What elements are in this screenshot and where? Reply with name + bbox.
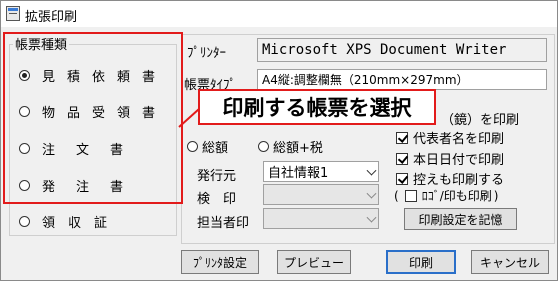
radio-ryoshu[interactable]: 領 収 証 [19, 212, 107, 231]
printer-settings-button[interactable]: ﾌﾟﾘﾝﾀ設定 [181, 250, 259, 274]
preview-button[interactable]: プレビュー [277, 250, 351, 274]
stamp-select[interactable] [263, 184, 379, 205]
cancel-button[interactable]: キャンセル [471, 250, 549, 274]
paren-close: ) [493, 188, 499, 203]
check-copy[interactable]: 控えも印刷する [396, 169, 504, 188]
chevron-down-icon [366, 188, 377, 199]
chevron-down-icon [366, 165, 377, 176]
print-dialog: 拡張印刷 帳票種類 見積依頼書 物品受領書 注 文 書 発 注 書 領 収 証 … [0, 0, 558, 281]
radio-label: 総額+税 [273, 141, 323, 156]
radio-label: 総額 [202, 141, 229, 156]
annotation-callout: 印刷する帳票を選択 [198, 89, 436, 125]
check-representative[interactable]: 代表者名を印刷 [396, 128, 504, 147]
annotation-highlight-box [3, 32, 183, 204]
form-type-select[interactable]: A4縦:調整欄無（210mm×297mm） [257, 69, 547, 90]
check-label: 控えも印刷する [413, 173, 505, 188]
save-settings-button[interactable]: 印刷設定を記憶 [404, 208, 517, 230]
checkbox-icon [396, 131, 408, 144]
chevron-down-icon [366, 212, 377, 223]
title-bar: 拡張印刷 [1, 1, 557, 27]
checkbox-icon [396, 172, 408, 185]
issuer-value: 自社情報1 [268, 166, 329, 181]
check-today-date[interactable]: 本日日付で印刷 [396, 149, 504, 168]
check-label: 代表者名を印刷 [413, 132, 505, 147]
printer-field: Microsoft XPS Document Writer [257, 38, 547, 62]
check-logo[interactable]: ( ﾛｺﾞ/印も印刷 ) [394, 187, 498, 204]
issuer-label: 発行元 [197, 169, 237, 184]
window-title: 拡張印刷 [25, 10, 78, 25]
radio-button-icon [19, 216, 30, 227]
kagami-label: （鏡）を印刷 [441, 113, 520, 128]
radio-button-icon [258, 141, 269, 152]
person-stamp-select[interactable] [263, 208, 379, 229]
print-button[interactable]: 印刷 [386, 250, 456, 274]
check-label: 本日日付で印刷 [413, 153, 505, 168]
stamp-label: 検 印 [197, 192, 237, 207]
form-type-value: A4縦:調整欄無（210mm×297mm） [262, 73, 469, 87]
radio-total-tax[interactable]: 総額+税 [258, 137, 323, 156]
paren-open: ( [394, 188, 399, 203]
radio-label: 領 収 証 [42, 216, 108, 231]
radio-button-icon [187, 141, 198, 152]
check-label: ﾛｺﾞ/印も印刷 [421, 189, 492, 203]
issuer-select[interactable]: 自社情報1 [263, 161, 379, 182]
person-stamp-label: 担当者印 [197, 216, 250, 231]
checkbox-icon [396, 152, 408, 165]
radio-total[interactable]: 総額 [187, 137, 228, 156]
printer-label: ﾌﾟﾘﾝﾀｰ [187, 46, 226, 61]
app-icon [6, 6, 20, 21]
checkbox-icon [404, 189, 417, 202]
